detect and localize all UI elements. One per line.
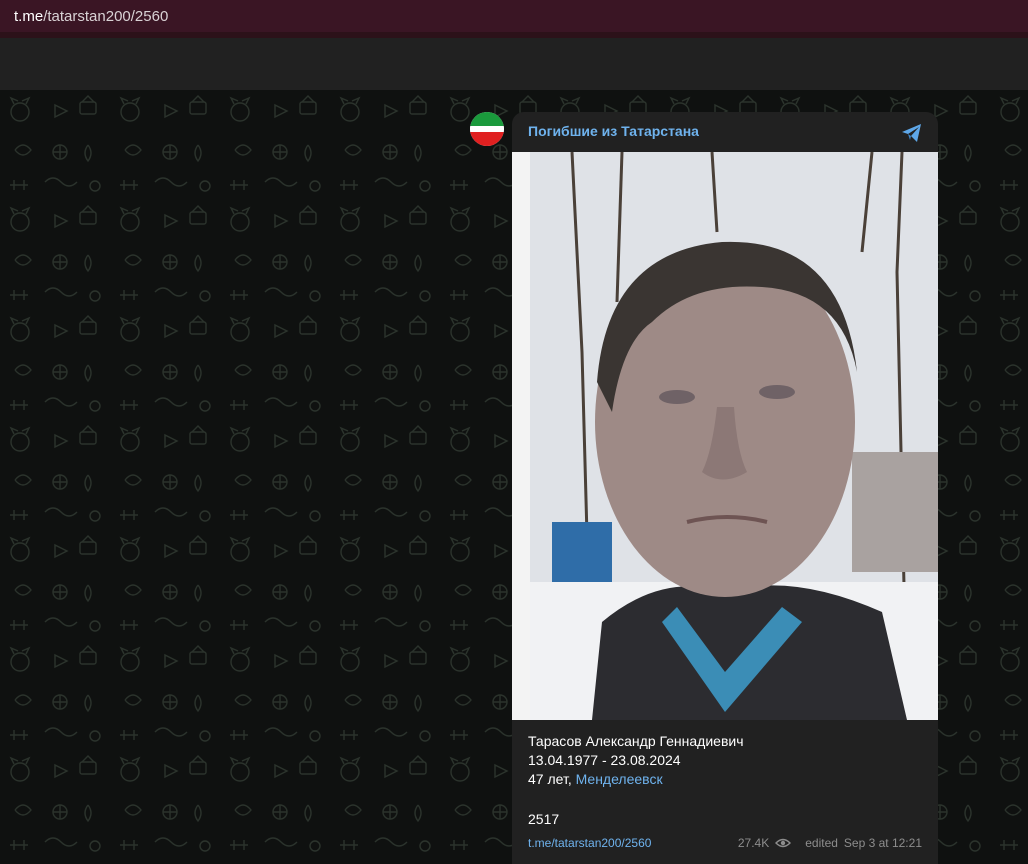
eye-icon [775,838,792,848]
view-count: 27.4K [737,836,770,850]
place-link[interactable]: Менделеевск [576,771,663,787]
life-dates: 13.04.1977 - 23.08.2024 [528,752,681,768]
page-top-bar [0,38,1028,90]
age-and-place: 47 лет, Менделеевск [528,770,928,789]
post-photo[interactable] [512,152,938,720]
address-url[interactable]: t.me/tatarstan200/2560 [14,8,168,25]
post-permalink[interactable]: t.me/tatarstan200/2560 [528,836,651,850]
post-caption: Тарасов Александр Геннадиевич 13.04.1977… [528,732,928,829]
tatarstan-flag-icon [470,112,504,146]
record-number: 2517 [528,811,560,827]
post-meta: 27.4K edited Sep 3 at 12:21 [738,836,922,850]
browser-address-bar[interactable]: t.me/tatarstan200/2560 [0,0,1028,32]
telegram-plane-icon[interactable] [900,121,924,145]
edited-label: edited [805,836,838,850]
channel-name-link[interactable]: Погибшие из Татарстана [528,123,699,139]
post-timestamp[interactable]: Sep 3 at 12:21 [844,836,922,850]
age-text: 47 лет, [528,771,576,787]
person-name: Тарасов Александр Геннадиевич [528,733,744,749]
message-bubble: Погибшие из Татарстана Тарасов Александр… [512,112,938,864]
channel-avatar[interactable] [470,112,504,146]
portrait-image [512,152,938,720]
post-footer: t.me/tatarstan200/2560 27.4K edited Sep … [528,836,922,850]
